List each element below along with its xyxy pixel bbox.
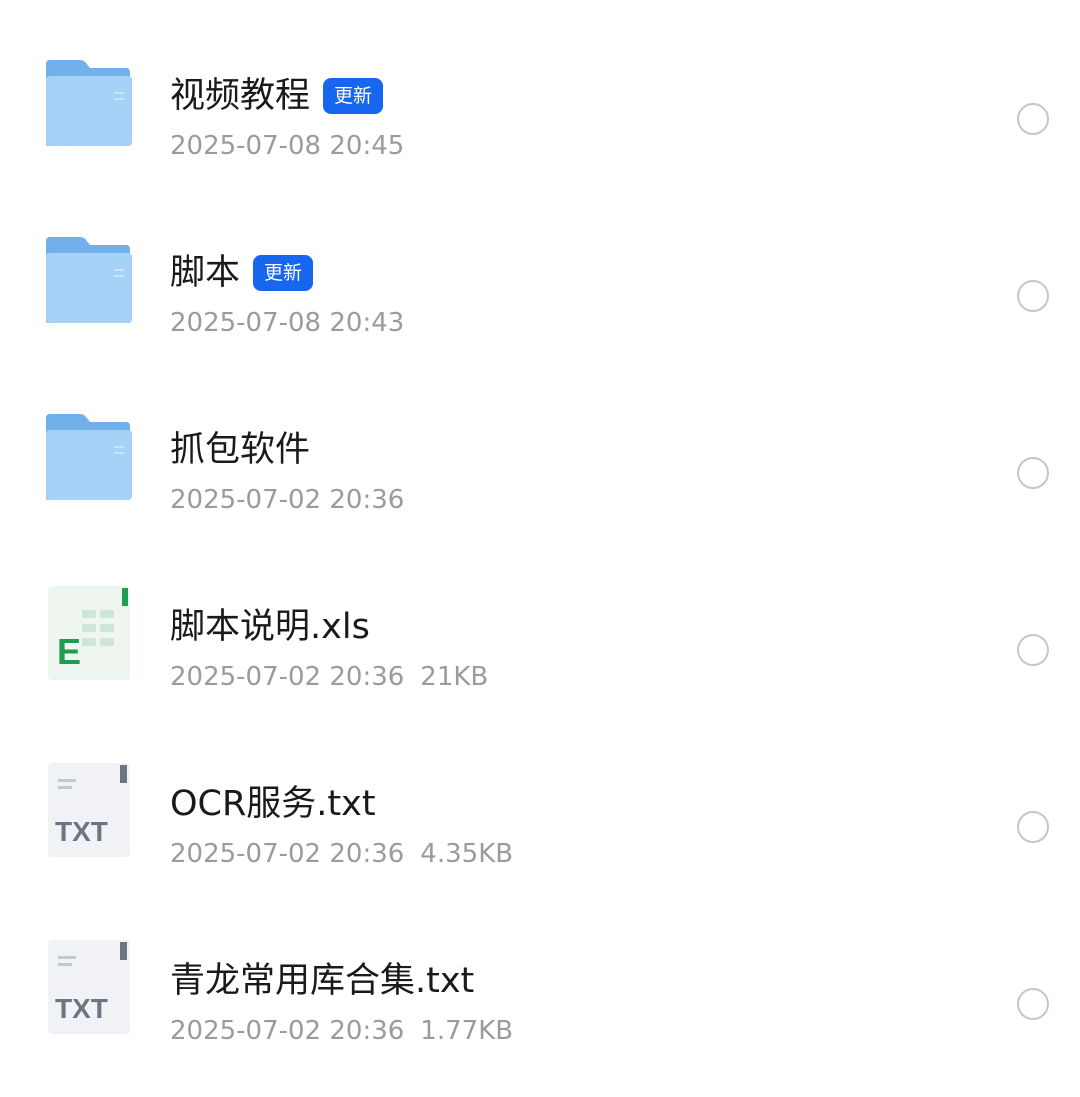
select-circle-icon[interactable] — [1017, 634, 1049, 666]
list-item[interactable]: TXT 青龙常用库合集.txt 2025-07-02 20:36 1.77KB — [0, 903, 1080, 1080]
file-name: OCR服务.txt — [170, 784, 376, 824]
file-list: 视频教程 更新 2025-07-08 20:45 脚本 更新 2025-07-0… — [0, 0, 1080, 1097]
select-circle-icon[interactable] — [1017, 988, 1049, 1020]
list-item[interactable]: E 脚本说明.xls 2025-07-02 20:36 21KB — [0, 549, 1080, 726]
file-name: 脚本说明.xls — [170, 607, 370, 647]
file-meta: 2025-07-02 20:36 — [170, 484, 404, 516]
folder-icon — [44, 412, 134, 508]
file-meta: 2025-07-08 20:45 — [170, 130, 404, 162]
list-item[interactable]: 视频教程 更新 2025-07-08 20:45 — [0, 18, 1080, 195]
file-meta: 2025-07-02 20:36 4.35KB — [170, 838, 513, 870]
update-badge: 更新 — [323, 78, 384, 114]
file-meta: 2025-07-02 20:36 1.77KB — [170, 1015, 513, 1047]
file-date: 2025-07-02 20:36 — [170, 839, 405, 869]
list-item[interactable]: TXT OCR服务.txt 2025-07-02 20:36 4.35KB — [0, 726, 1080, 903]
file-meta: 2025-07-02 20:36 21KB — [170, 661, 488, 693]
file-date: 2025-07-02 20:36 — [170, 662, 405, 692]
folder-icon — [44, 235, 134, 331]
file-meta: 2025-07-08 20:43 — [170, 307, 404, 339]
file-date: 2025-07-08 20:45 — [170, 131, 405, 161]
excel-icon-letter: E — [57, 631, 81, 672]
folder-icon — [44, 58, 134, 154]
select-circle-icon[interactable] — [1017, 811, 1049, 843]
file-name: 青龙常用库合集.txt — [170, 961, 475, 1001]
txt-file-icon: TXT — [44, 938, 134, 1034]
file-name: 脚本 — [170, 253, 241, 293]
select-circle-icon[interactable] — [1017, 103, 1049, 135]
file-size: 21KB — [420, 662, 489, 692]
select-circle-icon[interactable] — [1017, 280, 1049, 312]
excel-file-icon: E — [44, 584, 134, 680]
select-circle-icon[interactable] — [1017, 457, 1049, 489]
txt-icon-label: TXT — [55, 816, 108, 847]
file-date: 2025-07-02 20:36 — [170, 1016, 405, 1046]
file-name: 抓包软件 — [170, 430, 311, 470]
file-date: 2025-07-08 20:43 — [170, 308, 405, 338]
file-name: 视频教程 — [170, 76, 311, 116]
file-size: 1.77KB — [420, 1016, 514, 1046]
list-item[interactable]: 抓包软件 2025-07-02 20:36 — [0, 372, 1080, 549]
file-size: 4.35KB — [420, 839, 514, 869]
file-date: 2025-07-02 20:36 — [170, 485, 405, 515]
list-item[interactable]: 脚本 更新 2025-07-08 20:43 — [0, 195, 1080, 372]
update-badge: 更新 — [253, 255, 314, 291]
txt-icon-label: TXT — [55, 993, 108, 1024]
txt-file-icon: TXT — [44, 761, 134, 857]
